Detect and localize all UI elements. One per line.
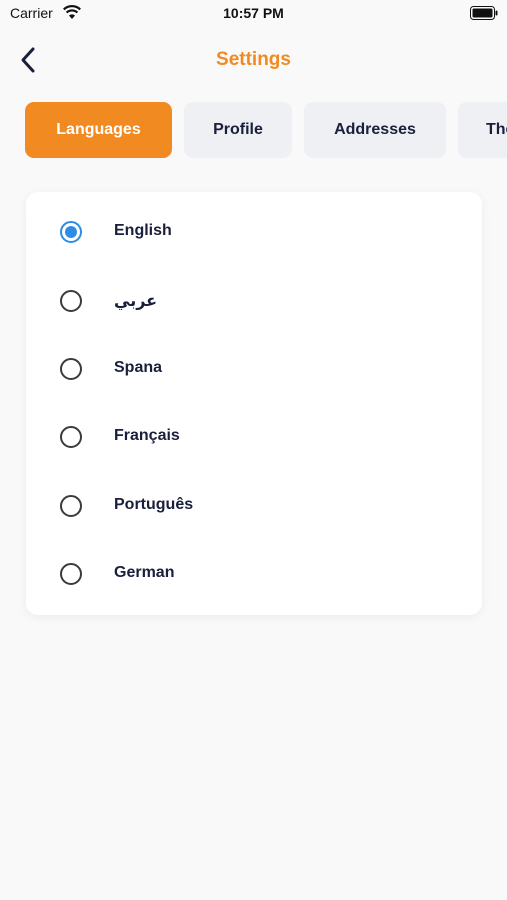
language-option-english[interactable]: English: [26, 207, 482, 257]
language-list-card: English عربي Spana Français Português Ge…: [26, 192, 482, 615]
tab-addresses[interactable]: Addresses: [304, 102, 446, 158]
tab-profile[interactable]: Profile: [184, 102, 292, 158]
language-label: English: [114, 222, 172, 239]
tab-label: Profile: [213, 121, 263, 138]
tab-label: Addresses: [334, 121, 416, 138]
radio-unselected-icon[interactable]: [60, 563, 82, 585]
status-time: 10:57 PM: [223, 5, 284, 21]
tab-label: Languages: [56, 121, 141, 138]
page-title: Settings: [216, 49, 291, 70]
radio-unselected-icon[interactable]: [60, 495, 82, 517]
language-label: Français: [114, 427, 180, 444]
language-option-german[interactable]: German: [26, 549, 482, 599]
language-option-arabic[interactable]: عربي: [26, 276, 482, 326]
settings-tabs: Languages Profile Addresses Theme: [25, 102, 507, 158]
language-option-francais[interactable]: Français: [26, 412, 482, 462]
radio-unselected-icon[interactable]: [60, 358, 82, 380]
language-label: Português: [114, 496, 194, 513]
language-option-portugues[interactable]: Português: [26, 481, 482, 531]
settings-screen: Carrier 10:57 PM Settings Languages Prof…: [0, 0, 507, 900]
tab-theme[interactable]: Theme: [458, 102, 507, 158]
tab-languages[interactable]: Languages: [25, 102, 172, 158]
language-label: German: [114, 564, 175, 581]
status-bar: Carrier 10:57 PM: [0, 0, 507, 28]
battery-icon: [470, 6, 498, 20]
radio-unselected-icon[interactable]: [60, 426, 82, 448]
radio-unselected-icon[interactable]: [60, 290, 82, 312]
language-label: عربي: [114, 293, 158, 310]
radio-selected-icon[interactable]: [60, 221, 82, 243]
language-option-spana[interactable]: Spana: [26, 344, 482, 394]
language-label: Spana: [114, 359, 163, 376]
tab-label: Theme: [486, 121, 507, 138]
